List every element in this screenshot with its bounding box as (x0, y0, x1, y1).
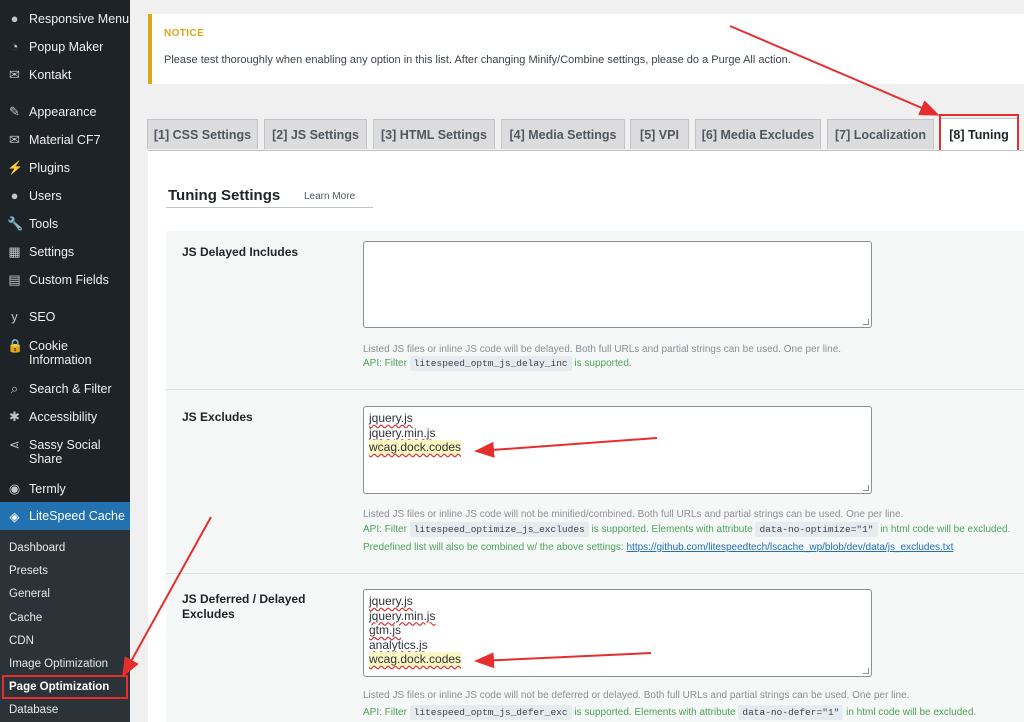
yoast-icon: y (11, 309, 18, 324)
js-delayed-includes-desc: Listed JS files or inline JS code will b… (363, 344, 842, 355)
js-excludes-predefined: Predefined list will also be combined w/… (363, 542, 954, 553)
accessibility-icon: ✱ (9, 409, 20, 424)
tab-media-settings[interactable]: [4] Media Settings (501, 119, 625, 149)
learn-more-link[interactable]: Learn More (304, 191, 355, 202)
js-delayed-includes-label: JS Delayed Includes (182, 245, 299, 259)
sidebar-item-kontakt[interactable]: ✉ Kontakt (0, 67, 71, 82)
resize-grip[interactable] (863, 319, 869, 325)
plug-icon: ⚡ (7, 160, 24, 175)
settings-table: JS Delayed Includes Listed JS files or i… (166, 231, 1024, 722)
title-divider (166, 207, 373, 208)
mail-icon: ✉ (9, 67, 20, 82)
sidebar-item-responsive-menu[interactable]: ● Responsive Menu (0, 11, 130, 26)
js-deferred-excludes-textarea[interactable]: jquery.js jquery.min.js gtm.js analytics… (363, 589, 872, 677)
termly-icon: ◉ (8, 481, 21, 496)
sidebar-item-tools[interactable]: 🔧 Tools (0, 216, 58, 231)
sidebar-item-termly[interactable]: ◉ Termly (0, 481, 66, 496)
sidebar-item-cookie-information[interactable]: 🔒 Cookie Information (0, 338, 118, 367)
main-content: NOTICE Please test thoroughly when enabl… (130, 0, 1024, 722)
popup-icon: ◔ (10, 39, 19, 54)
sidebar-item-search-filter[interactable]: ⌕ Search & Filter (0, 381, 112, 396)
search-icon: ⌕ (10, 381, 19, 396)
sidebar-item-popup-maker[interactable]: ◔ Popup Maker (0, 39, 104, 54)
sidebar-item-litespeed-cache[interactable]: ◈ LiteSpeed Cache (0, 502, 130, 530)
js-excludes-api: API: Filter litespeed_optimize_js_exclud… (363, 522, 1011, 537)
submenu-cdn[interactable]: CDN (9, 635, 34, 647)
sidebar-item-accessibility[interactable]: ✱ Accessibility (0, 409, 97, 424)
attribute-code: data-no-optimize="1" (755, 522, 878, 537)
submenu-dashboard[interactable]: Dashboard (9, 542, 65, 554)
notice-text: Please test thoroughly when enabling any… (164, 54, 791, 66)
page-optimization-highlight-box (2, 675, 128, 699)
row-divider (166, 573, 1024, 574)
grid-icon: ▤ (8, 272, 21, 287)
sidebar-item-appearance[interactable]: ✎ Appearance (0, 104, 96, 119)
notice-box: NOTICE Please test thoroughly when enabl… (148, 14, 1024, 84)
attribute-code: data-no-defer="1" (738, 705, 844, 720)
tab-media-excludes[interactable]: [6] Media Excludes (695, 119, 821, 149)
mail-icon: ✉ (9, 132, 20, 147)
tab-js-settings[interactable]: [2] JS Settings (264, 119, 367, 149)
admin-sidebar: ● Responsive Menu ◔ Popup Maker ✉ Kontakt ✎… (0, 0, 130, 722)
api-filter-code: litespeed_optimize_js_excludes (409, 522, 589, 537)
submenu-database[interactable]: Database (9, 704, 58, 716)
diamond-icon: ◈ (9, 508, 20, 524)
submenu-cache[interactable]: Cache (9, 612, 42, 624)
brush-icon: ✎ (9, 104, 20, 119)
user-icon: ● (10, 188, 19, 203)
tab-css-settings[interactable]: [1] CSS Settings (147, 119, 258, 149)
notice-title: NOTICE (164, 28, 205, 39)
row-divider (166, 389, 1024, 390)
predefined-list-link[interactable]: https://github.com/litespeedtech/lscache… (626, 542, 953, 553)
sidebar-item-users[interactable]: ● Users (0, 188, 62, 203)
settings-panel: Tuning Settings Learn More JS Delayed In… (148, 150, 1024, 722)
tab-localization[interactable]: [7] Localization (827, 119, 934, 149)
circle-icon: ● (10, 11, 19, 26)
js-deferred-excludes-api: API: Filter litespeed_optm_js_defer_exc … (363, 705, 977, 720)
tab-vpi[interactable]: [5] VPI (630, 119, 689, 149)
js-deferred-excludes-label: JS Deferred / Delayed Excludes (182, 592, 306, 621)
submenu-image-optimization[interactable]: Image Optimization (9, 658, 108, 670)
sidebar-item-plugins[interactable]: ⚡ Plugins (0, 160, 70, 175)
js-excludes-label: JS Excludes (182, 410, 253, 424)
js-delayed-includes-api: API: Filter litespeed_optm_js_delay_inc … (363, 356, 632, 371)
api-filter-code: litespeed_optm_js_defer_exc (409, 705, 572, 720)
sidebar-item-seo[interactable]: y SEO (0, 309, 55, 324)
js-excludes-textarea[interactable]: jquery.js jquery.min.js wcag.dock.codes (363, 406, 872, 494)
submenu-general[interactable]: General (9, 588, 50, 600)
sidebar-item-custom-fields[interactable]: ▤ Custom Fields (0, 272, 109, 287)
api-filter-code: litespeed_optm_js_delay_inc (409, 356, 572, 371)
resize-grip[interactable] (863, 668, 869, 674)
settings-icon: ▦ (8, 244, 21, 259)
wrench-icon: 🔧 (7, 216, 24, 231)
lock-icon: 🔒 (7, 338, 24, 353)
sidebar-item-sassy-social-share[interactable]: ⋖ Sassy Social Share (0, 437, 118, 466)
js-deferred-excludes-desc: Listed JS files or inline JS code will n… (363, 690, 910, 701)
resize-grip[interactable] (863, 485, 869, 491)
sidebar-item-material-cf7[interactable]: ✉ Material CF7 (0, 132, 101, 147)
tuning-tab-highlight-box (939, 114, 1019, 153)
sidebar-item-settings[interactable]: ▦ Settings (0, 244, 74, 259)
panel-title: Tuning Settings (168, 187, 281, 204)
js-excludes-desc: Listed JS files or inline JS code will n… (363, 509, 904, 520)
tab-html-settings[interactable]: [3] HTML Settings (373, 119, 495, 149)
share-icon: ⋖ (9, 437, 20, 452)
submenu-presets[interactable]: Presets (9, 565, 48, 577)
js-delayed-includes-textarea[interactable] (363, 241, 872, 328)
